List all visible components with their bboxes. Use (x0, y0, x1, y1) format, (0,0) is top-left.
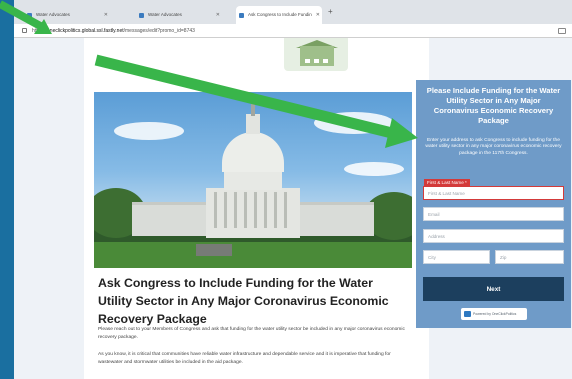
tab-label: Water Advocates (148, 12, 182, 17)
city-field[interactable] (423, 250, 490, 264)
address-url[interactable]: https://oneclickpolitics.global.ssl.fast… (32, 24, 195, 38)
lock-icon (22, 28, 27, 33)
zip-field[interactable] (495, 250, 564, 264)
browser-tab-active[interactable]: ✕ Ask Congress to Include Fundin (236, 6, 322, 24)
article-paragraph: Please reach out to your Members of Cong… (98, 327, 405, 340)
email-field[interactable] (423, 207, 564, 221)
name-field[interactable] (423, 186, 564, 200)
logo-icon (284, 38, 348, 71)
close-icon[interactable]: ✕ (316, 6, 320, 24)
browser-tab[interactable]: ✕ Water Advocates (136, 6, 222, 24)
extension-icon[interactable] (558, 28, 566, 34)
powered-by-badge[interactable]: Powered by OneClickPolitics (461, 308, 527, 320)
plus-icon[interactable]: + (328, 6, 333, 18)
address-field[interactable] (423, 229, 564, 243)
tab-favicon-icon (27, 13, 32, 18)
tab-label: Water Advocates (36, 12, 70, 17)
oneclickpolitics-icon (464, 311, 471, 317)
powered-by-text: Powered by OneClickPolitics (473, 312, 517, 316)
slide-frame (0, 0, 14, 379)
browser-tab-bar: ✕ Water Advocates ✕ Water Advocates ✕ As… (14, 0, 572, 24)
next-button[interactable]: Next (423, 277, 564, 301)
form-title: Please Include Funding for the Water Uti… (426, 86, 561, 125)
close-icon[interactable]: ✕ (216, 6, 220, 24)
article-title: Ask Congress to Include Funding for the … (98, 276, 389, 326)
close-icon[interactable]: ✕ (104, 6, 108, 24)
article-paragraph: As you know, it is critical that communi… (98, 352, 391, 365)
capitol-hero-image (94, 92, 412, 268)
browser-tab[interactable]: ✕ Water Advocates (24, 6, 110, 24)
form-description: Enter your address to ask Congress to in… (425, 138, 562, 156)
web-page: Ask Congress to Include Funding for the … (14, 38, 572, 379)
address-bar[interactable]: https://oneclickpolitics.global.ssl.fast… (14, 24, 572, 38)
name-field-label: First & Last Name * (424, 179, 470, 186)
action-form-panel: Please Include Funding for the Water Uti… (416, 80, 571, 328)
tab-favicon-icon (239, 13, 244, 18)
tab-favicon-icon (139, 13, 144, 18)
tab-label: Ask Congress to Include Fundin (248, 12, 312, 17)
